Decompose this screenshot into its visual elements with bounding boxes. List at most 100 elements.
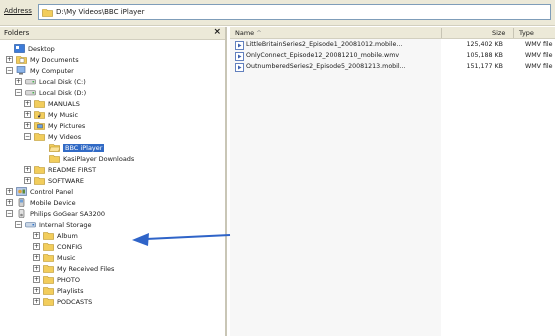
file-size: 151,177 KB — [466, 63, 504, 70]
video-file-icon — [235, 52, 244, 61]
tree-item-label: Local Disk (D:) — [39, 88, 87, 97]
folder-icon — [34, 166, 45, 174]
close-icon[interactable]: × — [213, 27, 221, 37]
expand-icon[interactable]: + — [24, 111, 31, 118]
tree-item-label: SOFTWARE — [48, 176, 84, 185]
tree-item-label: Mobile Device — [30, 198, 76, 207]
expand-icon[interactable]: + — [6, 188, 13, 195]
tree-item-desktop[interactable]: Desktop — [4, 43, 55, 54]
player-icon — [18, 209, 25, 218]
tree-item-playlists[interactable]: + Playlists — [33, 285, 84, 296]
collapse-icon[interactable]: − — [6, 210, 13, 217]
column-header-bar: Name ^ Size Type — [230, 27, 555, 39]
tree-item-my-computer[interactable]: − My Computer — [6, 65, 74, 76]
disk-icon — [25, 79, 36, 85]
expand-icon[interactable]: + — [24, 177, 31, 184]
file-row[interactable]: OnlyConnect_Episode12_20081210_mobile.wm… — [230, 51, 555, 62]
tree-item-label: MANUALS — [48, 99, 80, 108]
tree-item-my-received-files[interactable]: + My Received Files — [33, 263, 114, 274]
expand-icon[interactable]: + — [33, 254, 40, 261]
collapse-icon[interactable]: − — [15, 221, 22, 228]
tree-item-config[interactable]: + CONFIG — [33, 241, 82, 252]
tree-item-podcasts[interactable]: + PODCASTS — [33, 296, 92, 307]
tree-item-label: BBC iPlayer — [63, 143, 105, 152]
tree-item-kasiplayer-downloads[interactable]: KasiPlayer Downloads — [39, 153, 134, 164]
folder-icon — [43, 287, 54, 295]
folder-icon — [34, 177, 45, 185]
address-input[interactable]: D:\My Videos\BBC iPlayer — [38, 4, 551, 20]
tree-item-album[interactable]: + Album — [33, 230, 78, 241]
column-header-size[interactable]: Size — [492, 29, 505, 37]
tree-item-mobile-device[interactable]: + Mobile Device — [6, 197, 76, 208]
collapse-icon[interactable]: − — [6, 67, 13, 74]
expand-icon[interactable]: + — [15, 78, 22, 85]
tree-item-label: Internal Storage — [39, 220, 92, 229]
tree-item-label: Philips GoGear SA3200 — [30, 209, 106, 218]
expand-icon[interactable]: + — [24, 122, 31, 129]
sorted-column-highlight — [230, 39, 441, 336]
music-folder-icon — [34, 111, 45, 119]
file-row[interactable]: OutnumberedSeries2_Episode5_20081213.mob… — [230, 62, 555, 73]
tree-item-local-disk-d[interactable]: − Local Disk (D:) — [15, 87, 86, 98]
tree-item-music[interactable]: + Music — [33, 252, 76, 263]
mobile-device-icon — [18, 198, 25, 207]
expand-icon[interactable]: + — [33, 243, 40, 250]
computer-icon — [16, 66, 26, 75]
tree-item-label: My Documents — [30, 55, 79, 64]
file-type: WMV file — [525, 52, 553, 59]
expand-icon[interactable]: + — [33, 276, 40, 283]
tree-item-readme-first[interactable]: + README FIRST — [24, 164, 96, 175]
video-file-icon — [235, 63, 244, 72]
expand-icon[interactable]: + — [24, 166, 31, 173]
file-row[interactable]: LittleBritainSeries2_Episode1_20081012.m… — [230, 40, 555, 51]
expand-icon[interactable]: + — [33, 232, 40, 239]
tree-item-label: My Computer — [30, 66, 74, 75]
tree-item-bbc-iplayer[interactable]: BBC iPlayer — [39, 142, 105, 153]
expand-icon[interactable]: + — [24, 100, 31, 107]
address-label: Address — [4, 7, 32, 15]
files-pane: Name ^ Size Type LittleBritainSeries2_Ep… — [230, 27, 555, 336]
collapse-icon[interactable]: − — [24, 133, 31, 140]
tree-item-philips-gogear-sa3200[interactable]: − Philips GoGear SA3200 — [6, 208, 105, 219]
expand-icon[interactable]: + — [33, 265, 40, 272]
tree-item-label: KasiPlayer Downloads — [63, 154, 135, 163]
tree-item-manuals[interactable]: + MANUALS — [24, 98, 80, 109]
tree-item-my-documents[interactable]: + My Documents — [6, 54, 79, 65]
tree-item-label: CONFIG — [57, 242, 83, 251]
pictures-folder-icon — [34, 122, 45, 130]
tree-item-my-pictures[interactable]: + My Pictures — [24, 120, 85, 131]
tree-item-my-videos[interactable]: − My Videos — [24, 131, 81, 142]
tree-item-control-panel[interactable]: + Control Panel — [6, 186, 73, 197]
tree-item-label: Playlists — [57, 286, 84, 295]
tree-item-label: My Videos — [48, 132, 82, 141]
desktop-icon — [14, 44, 25, 53]
tree-item-label: My Received Files — [57, 264, 115, 273]
file-type: WMV file — [525, 41, 553, 48]
expand-icon[interactable]: + — [6, 56, 13, 63]
tree-item-label: PODCASTS — [57, 297, 93, 306]
expand-icon[interactable]: + — [33, 298, 40, 305]
collapse-icon[interactable]: − — [15, 89, 22, 96]
address-bar: Address D:\My Videos\BBC iPlayer — [0, 0, 555, 26]
expand-icon[interactable]: + — [6, 199, 13, 206]
column-header-type[interactable]: Type — [519, 29, 534, 37]
tree-item-my-music[interactable]: + My Music — [24, 109, 78, 120]
disk-icon — [25, 90, 36, 96]
tree-item-internal-storage[interactable]: − Internal Storage — [15, 219, 92, 230]
folder-icon — [43, 232, 54, 240]
pointer-arrow-icon — [132, 233, 231, 246]
documents-folder-icon — [16, 56, 27, 64]
tree-item-photo[interactable]: + PHOTO — [33, 274, 80, 285]
column-header-name[interactable]: Name ^ — [235, 29, 262, 37]
file-name: OutnumberedSeries2_Episode5_20081213.mob… — [246, 63, 406, 70]
tree-item-software[interactable]: + SOFTWARE — [24, 175, 84, 186]
column-divider[interactable] — [441, 28, 442, 38]
column-divider[interactable] — [513, 28, 514, 38]
video-file-icon — [235, 41, 244, 50]
tree-item-local-disk-c[interactable]: + Local Disk (C:) — [15, 76, 86, 87]
tree-item-label: README FIRST — [48, 165, 97, 174]
expand-icon[interactable]: + — [33, 287, 40, 294]
file-size: 105,188 KB — [466, 52, 504, 59]
